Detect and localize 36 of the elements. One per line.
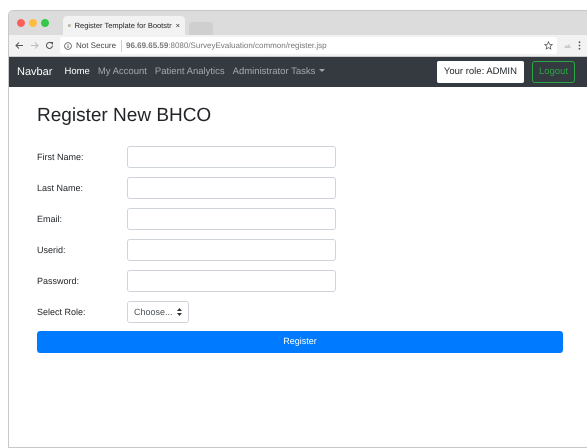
input-field[interactable] xyxy=(127,208,336,230)
field-label: Email: xyxy=(37,212,64,226)
role-label: Your role: ADMIN xyxy=(436,60,524,84)
caret-icon xyxy=(319,69,326,74)
maximize-window-button[interactable] xyxy=(41,19,49,27)
field-label: Select Role: xyxy=(37,306,87,319)
role-select[interactable]: Choose... xyxy=(127,301,189,324)
input-field[interactable] xyxy=(127,146,336,168)
field-label: First Name: xyxy=(37,150,85,164)
reload-icon[interactable] xyxy=(45,41,54,50)
navbar-brand[interactable]: Navbar xyxy=(17,64,52,80)
address-bar[interactable]: Not Secure 96.69.65.59:8080/SurveyEvaluation/common/register.jsp xyxy=(60,37,557,54)
info-icon xyxy=(64,42,72,50)
input-field[interactable] xyxy=(127,239,336,262)
register-button[interactable]: Register xyxy=(37,330,563,353)
minimize-window-button[interactable] xyxy=(29,19,37,27)
back-icon[interactable] xyxy=(15,41,24,50)
field-label: Password: xyxy=(37,274,80,288)
navbar-link[interactable]: Patient Analytics xyxy=(154,64,225,80)
page-heading: Register New BHCO xyxy=(37,105,212,128)
logout-button[interactable]: Logout xyxy=(532,60,575,84)
navbar-dropdown[interactable]: Administrator Tasks xyxy=(232,64,326,80)
field-label: Last Name: xyxy=(37,182,84,195)
forward-icon[interactable] xyxy=(30,41,39,50)
field-label: Userid: xyxy=(37,244,67,257)
input-field[interactable] xyxy=(127,177,336,200)
security-label: Not Secure xyxy=(76,40,122,52)
url-text: 96.69.65.59:8080/SurveyEvaluation/common/register.jsp xyxy=(126,40,327,52)
select-arrows-icon xyxy=(176,308,182,316)
password-field[interactable] xyxy=(127,270,336,292)
close-window-button[interactable] xyxy=(17,19,25,27)
navbar-link[interactable]: My Account xyxy=(98,64,147,80)
navbar-link[interactable]: Home xyxy=(64,64,90,80)
new-tab-button[interactable] xyxy=(189,22,213,35)
menu-icon[interactable] xyxy=(578,41,581,50)
star-icon[interactable] xyxy=(544,41,553,50)
